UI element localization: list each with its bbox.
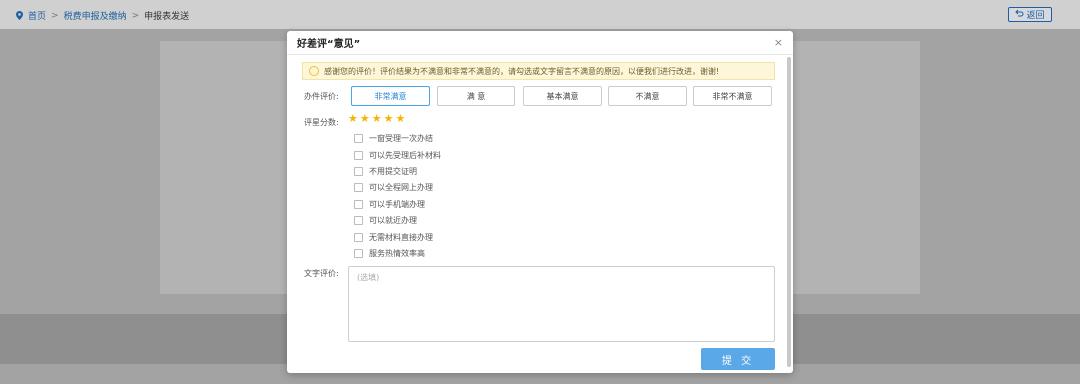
star-rating[interactable]: ★ ★ ★ ★ ★ <box>348 113 405 124</box>
reason-label: 服务热情效率高 <box>369 249 425 258</box>
rating-option-satisfied[interactable]: 满 意 <box>437 86 515 106</box>
modal-title: 好差评“意见” <box>297 39 361 50</box>
reason-label: 一窗受理一次办结 <box>369 134 433 143</box>
breadcrumb-section-link[interactable]: 税费申报及缴纳 <box>64 9 127 22</box>
reason-label: 可以全程网上办理 <box>369 183 433 192</box>
rating-label: 办件评价: <box>304 92 339 101</box>
reason-option[interactable]: 可以就近办理 <box>354 215 417 226</box>
checkbox[interactable] <box>354 151 363 160</box>
star-icon[interactable]: ★ <box>372 113 382 124</box>
rating-option-very-satisfied[interactable]: 非常满意 <box>351 86 430 106</box>
breadcrumb-separator: > <box>131 10 140 21</box>
notice-banner: 感谢您的评价！评价结果为不满意和非常不满意的，请勾选或文字留言不满意的原因，以便… <box>302 62 775 80</box>
back-button[interactable]: 返回 <box>1008 7 1052 22</box>
checkbox[interactable] <box>354 167 363 176</box>
return-arrow-icon <box>1015 9 1024 20</box>
breadcrumb-home-link[interactable]: 首页 <box>28 9 46 22</box>
score-label: 评星分数: <box>304 118 339 127</box>
star-icon[interactable]: ★ <box>360 113 370 124</box>
reason-option[interactable]: 可以手机端办理 <box>354 199 425 210</box>
star-icon[interactable]: ★ <box>384 113 394 124</box>
top-bar: 首页 > 税费申报及缴纳 > 申报表发送 返回 <box>0 0 1080 29</box>
star-icon[interactable]: ★ <box>396 113 406 124</box>
breadcrumb: 首页 > 税费申报及缴纳 > 申报表发送 <box>16 9 189 22</box>
warning-icon <box>309 66 319 76</box>
close-icon[interactable]: × <box>774 36 783 49</box>
reason-label: 不用提交证明 <box>369 167 417 176</box>
checkbox[interactable] <box>354 200 363 209</box>
reason-option[interactable]: 可以全程网上办理 <box>354 182 433 193</box>
reason-label: 可以先受理后补材料 <box>369 151 441 160</box>
checkbox[interactable] <box>354 134 363 143</box>
reason-label: 可以就近办理 <box>369 216 417 225</box>
reason-option[interactable]: 可以先受理后补材料 <box>354 150 441 161</box>
notice-text: 感谢您的评价！评价结果为不满意和非常不满意的，请勾选或文字留言不满意的原因，以便… <box>324 66 720 76</box>
checkbox[interactable] <box>354 233 363 242</box>
checkbox[interactable] <box>354 249 363 258</box>
breadcrumb-separator: > <box>51 10 59 21</box>
reason-label: 可以手机端办理 <box>369 200 425 209</box>
text-review-input[interactable] <box>348 266 775 342</box>
breadcrumb-current: 申报表发送 <box>144 12 190 22</box>
reason-label: 无需材料直接办理 <box>369 233 433 242</box>
rating-option-dissatisfied[interactable]: 不满意 <box>608 86 687 106</box>
checkbox[interactable] <box>354 183 363 192</box>
modal-scrollbar[interactable] <box>787 57 791 367</box>
submit-button[interactable]: 提 交 <box>701 348 775 370</box>
rating-option-very-dissatisfied[interactable]: 非常不满意 <box>693 86 772 106</box>
reason-option[interactable]: 一窗受理一次办结 <box>354 133 433 144</box>
checkbox[interactable] <box>354 216 363 225</box>
text-review-label: 文字评价: <box>304 269 339 278</box>
rating-option-basically-satisfied[interactable]: 基本满意 <box>523 86 602 106</box>
star-icon[interactable]: ★ <box>348 113 358 124</box>
feedback-modal: 好差评“意见” × 感谢您的评价！评价结果为不满意和非常不满意的，请勾选或文字留… <box>287 31 793 373</box>
reason-option[interactable]: 服务热情效率高 <box>354 248 425 259</box>
reason-option[interactable]: 无需材料直接办理 <box>354 232 433 243</box>
location-pin-icon <box>16 11 23 20</box>
reason-option[interactable]: 不用提交证明 <box>354 166 417 177</box>
back-button-label: 返回 <box>1026 11 1045 21</box>
modal-header: 好差评“意见” <box>287 31 793 55</box>
